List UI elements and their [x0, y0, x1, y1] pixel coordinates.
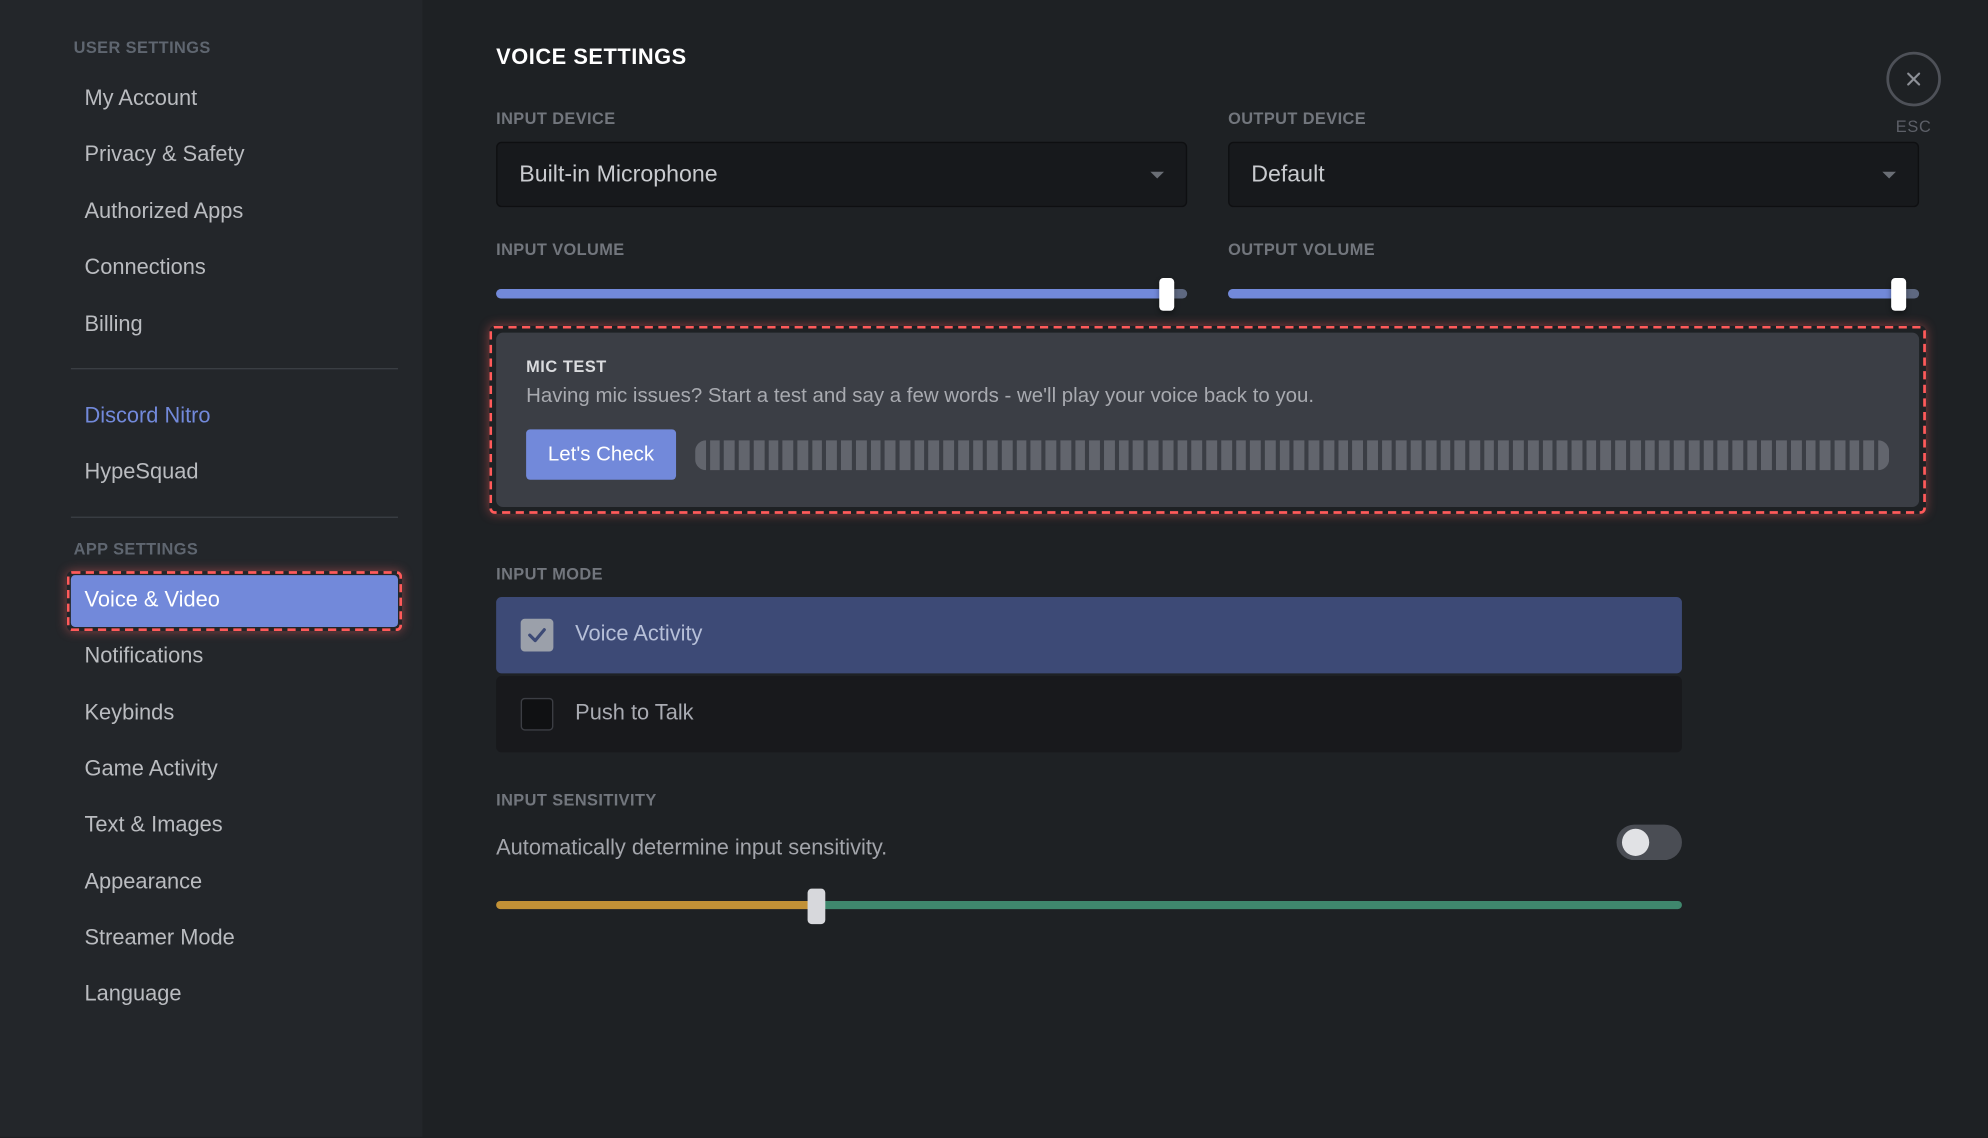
input-mode-push-to-talk[interactable]: Push to Talk: [496, 676, 1682, 752]
checkbox-unchecked-icon: [521, 698, 554, 731]
output-volume-slider[interactable]: [1228, 273, 1919, 314]
sidebar-item-notifications[interactable]: Notifications: [71, 631, 398, 683]
sidebar-item-language[interactable]: Language: [71, 970, 398, 1022]
output-device-select[interactable]: Default: [1228, 142, 1919, 207]
sidebar-divider: [71, 516, 398, 517]
input-mode-label: Push to Talk: [575, 702, 693, 727]
sidebar-item-voice-video[interactable]: Voice & Video: [71, 575, 398, 627]
input-device-select[interactable]: Built-in Microphone: [496, 142, 1187, 207]
sidebar-item-text-images[interactable]: Text & Images: [71, 800, 398, 852]
mic-test-button[interactable]: Let's Check: [526, 429, 676, 479]
input-device-label: INPUT DEVICE: [496, 109, 1187, 128]
esc-label: ESC: [1886, 117, 1941, 136]
input-sensitivity-desc: Automatically determine input sensitivit…: [496, 837, 887, 862]
output-device-label: OUTPUT DEVICE: [1228, 109, 1919, 128]
output-volume-label: OUTPUT VOLUME: [1228, 240, 1919, 259]
close-button[interactable]: [1886, 52, 1941, 107]
sidebar-item-my-account[interactable]: My Account: [71, 74, 398, 126]
input-sensitivity-slider[interactable]: [496, 886, 1682, 924]
auto-sensitivity-toggle[interactable]: [1617, 825, 1682, 860]
page-title: VOICE SETTINGS: [496, 46, 1919, 71]
sidebar-heading-user: USER SETTINGS: [71, 38, 398, 57]
sidebar-divider: [71, 368, 398, 369]
sidebar-item-appearance[interactable]: Appearance: [71, 857, 398, 909]
chevron-down-icon: [1150, 171, 1164, 178]
mic-test-panel: MIC TEST Having mic issues? Start a test…: [496, 333, 1919, 507]
settings-sidebar: USER SETTINGS My AccountPrivacy & Safety…: [0, 0, 423, 1137]
input-sensitivity-label: INPUT SENSITIVITY: [496, 791, 1919, 810]
mic-test-title: MIC TEST: [526, 357, 1889, 376]
checkbox-checked-icon: [521, 619, 554, 652]
close-area: ESC: [1886, 52, 1941, 137]
sidebar-item-billing[interactable]: Billing: [71, 299, 398, 351]
output-device-value: Default: [1251, 161, 1324, 188]
input-volume-slider[interactable]: [496, 273, 1187, 314]
input-mode-label: INPUT MODE: [496, 564, 1919, 583]
close-icon: [1903, 68, 1925, 90]
sidebar-item-hypesquad[interactable]: HypeSquad: [71, 448, 398, 500]
sidebar-item-connections[interactable]: Connections: [71, 243, 398, 295]
input-volume-label: INPUT VOLUME: [496, 240, 1187, 259]
sidebar-item-authorized-apps[interactable]: Authorized Apps: [71, 186, 398, 238]
sidebar-item-discord-nitro[interactable]: Discord Nitro: [71, 391, 398, 443]
mic-test-meter: [695, 440, 1889, 470]
input-mode-label: Voice Activity: [575, 623, 702, 648]
sidebar-item-privacy-safety[interactable]: Privacy & Safety: [71, 130, 398, 182]
sidebar-item-game-activity[interactable]: Game Activity: [71, 744, 398, 796]
sidebar-item-streamer-mode[interactable]: Streamer Mode: [71, 913, 398, 965]
sidebar-heading-app: APP SETTINGS: [71, 539, 398, 558]
mic-test-desc: Having mic issues? Start a test and say …: [526, 384, 1889, 407]
chevron-down-icon: [1882, 171, 1896, 178]
settings-content: ESC VOICE SETTINGS INPUT DEVICE Built-in…: [423, 0, 1988, 1137]
input-device-value: Built-in Microphone: [519, 161, 717, 188]
input-mode-voice-activity[interactable]: Voice Activity: [496, 597, 1682, 673]
sidebar-item-keybinds[interactable]: Keybinds: [71, 688, 398, 740]
